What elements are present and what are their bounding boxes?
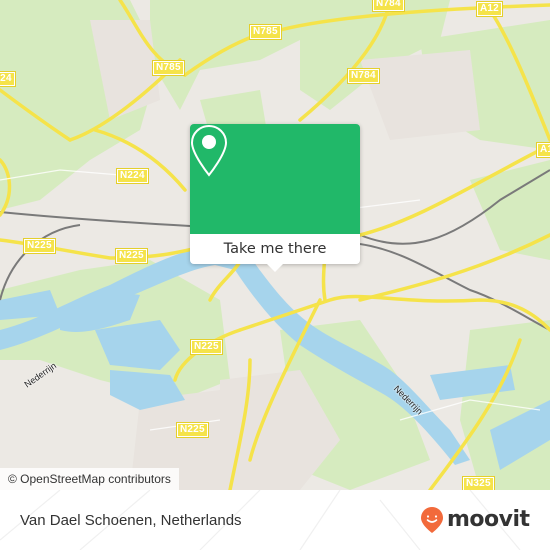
map-pin-icon <box>190 124 228 177</box>
road-label-n225: N225 <box>176 422 209 438</box>
take-me-there-button[interactable]: Take me there <box>190 234 360 264</box>
place-name: Van Dael Schoenen, Netherlands <box>20 512 242 529</box>
road-label-a12: A12 <box>476 1 503 17</box>
brand-name: moovit <box>447 507 530 532</box>
moovit-smiley-pin-icon <box>421 507 443 533</box>
map-view[interactable]: N785 N785 N784 N784 A12 A12 N224 N224 N2… <box>0 0 550 490</box>
road-label-a12: A12 <box>536 142 550 158</box>
road-label-n785: N785 <box>152 60 185 76</box>
moovit-logo[interactable]: moovit <box>420 506 530 534</box>
road-label-n225: N225 <box>23 238 56 254</box>
map-attribution[interactable]: © OpenStreetMap contributors <box>0 468 179 490</box>
popup-header <box>190 124 360 234</box>
location-popup[interactable]: Take me there <box>190 124 360 272</box>
road-label-n225: N225 <box>115 248 148 264</box>
road-label-n784: N784 <box>372 0 405 12</box>
road-label-n224: N224 <box>116 168 149 184</box>
popup-pointer <box>267 264 283 272</box>
road-label-n225: N225 <box>190 339 223 355</box>
road-label-n784: N784 <box>347 68 380 84</box>
road-label-n224: N224 <box>0 71 16 87</box>
footer-bar: Van Dael Schoenen, Netherlands moovit <box>0 490 550 550</box>
road-label-n325: N325 <box>462 476 495 490</box>
road-label-n785: N785 <box>249 24 282 40</box>
